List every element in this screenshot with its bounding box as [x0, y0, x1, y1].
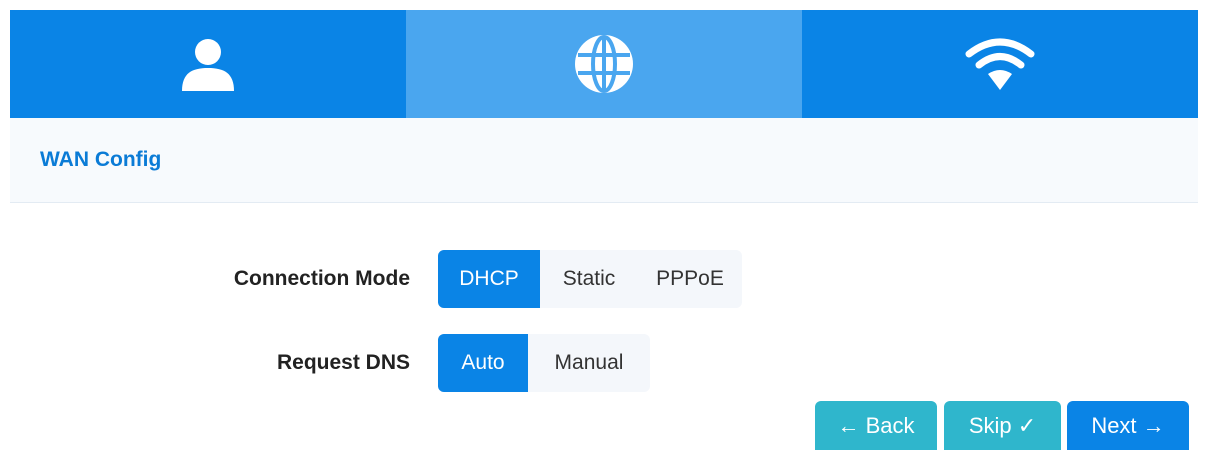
wifi-icon	[965, 38, 1035, 90]
request-dns-selector: Auto Manual	[438, 334, 650, 392]
connection-mode-option-static[interactable]: Static	[540, 250, 638, 308]
request-dns-row: Request DNS Auto Manual	[0, 334, 1208, 392]
setup-wizard: WAN Config Connection Mode DHCP Static P…	[0, 0, 1208, 450]
step-tab-wan[interactable]	[406, 10, 802, 118]
user-icon	[182, 39, 234, 91]
connection-mode-label: Connection Mode	[233, 267, 410, 290]
back-button[interactable]: ← Back	[815, 401, 937, 450]
section-title: WAN Config	[40, 148, 162, 171]
connection-mode-option-pppoe[interactable]: PPPoE	[638, 250, 742, 308]
request-dns-label: Request DNS	[276, 351, 410, 374]
next-button[interactable]: Next →	[1067, 401, 1189, 450]
wizard-steps	[10, 10, 1198, 118]
step-tab-wifi[interactable]	[802, 10, 1198, 118]
step-tab-user[interactable]	[10, 10, 406, 118]
request-dns-option-auto[interactable]: Auto	[438, 334, 528, 392]
section-header: WAN Config	[10, 118, 1198, 203]
connection-mode-selector: DHCP Static PPPoE	[438, 250, 742, 308]
connection-mode-option-dhcp[interactable]: DHCP	[438, 250, 540, 308]
skip-button[interactable]: Skip ✓	[944, 401, 1061, 450]
globe-icon	[575, 35, 633, 93]
connection-mode-row: Connection Mode DHCP Static PPPoE	[0, 250, 1208, 308]
request-dns-option-manual[interactable]: Manual	[528, 334, 650, 392]
